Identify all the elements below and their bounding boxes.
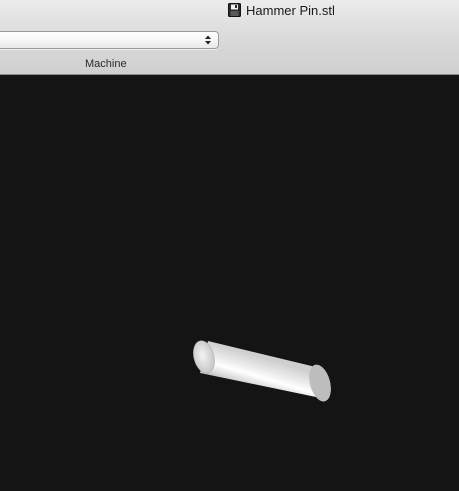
- title-toolbar-bar: Hammer Pin.stl Machine: [0, 0, 459, 75]
- hammer-pin-model[interactable]: [190, 338, 331, 402]
- 3d-viewport[interactable]: [0, 75, 459, 491]
- machine-selector-popup[interactable]: [0, 31, 219, 49]
- updown-arrows-icon: [205, 35, 211, 45]
- model-canvas[interactable]: [0, 75, 459, 491]
- machine-label: Machine: [85, 58, 127, 70]
- window-title: Hammer Pin.stl: [228, 1, 335, 19]
- window-title-text: Hammer Pin.stl: [246, 2, 335, 18]
- document-icon: [228, 3, 241, 17]
- app-window: Hammer Pin.stl Machine: [0, 0, 459, 491]
